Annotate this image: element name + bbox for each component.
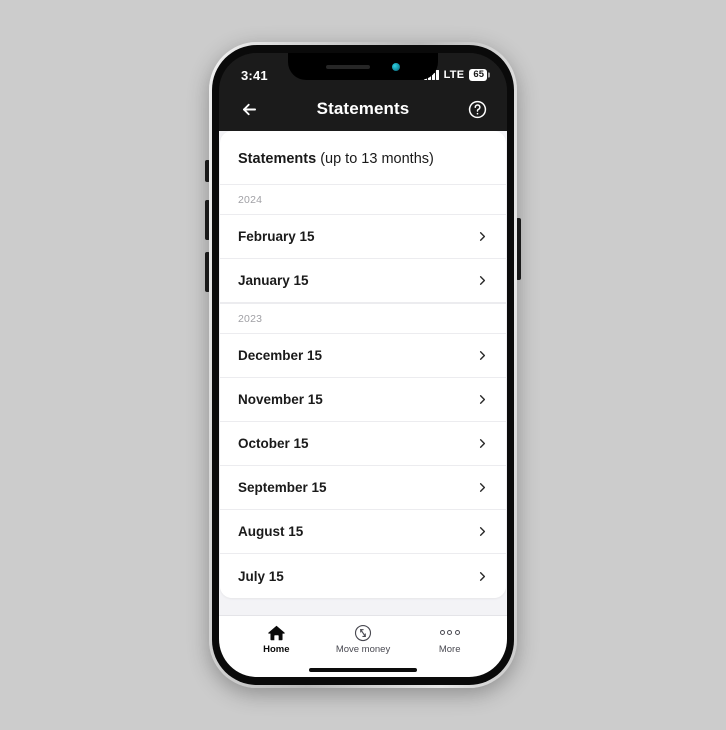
app-body: Statements (up to 13 months) 2024 Februa… bbox=[219, 131, 507, 677]
chevron-right-icon bbox=[475, 524, 490, 539]
year-header-2023: 2023 bbox=[220, 303, 506, 335]
tab-label: Move money bbox=[335, 644, 391, 655]
year-header-2024: 2024 bbox=[220, 184, 506, 216]
earpiece-speaker-icon bbox=[326, 64, 370, 69]
status-time: 3:41 bbox=[241, 67, 268, 83]
chevron-right-icon bbox=[475, 392, 490, 407]
more-dots-icon bbox=[439, 624, 460, 641]
statement-date-label: September 15 bbox=[238, 480, 327, 496]
home-icon bbox=[267, 624, 286, 641]
bottom-tab-bar: Home Move money More bbox=[219, 615, 507, 663]
home-indicator-area bbox=[219, 663, 507, 677]
statement-row-january[interactable]: January 15 bbox=[220, 259, 506, 304]
tab-label: More bbox=[438, 644, 461, 655]
battery-indicator: 65 bbox=[469, 69, 487, 81]
statement-date-label: February 15 bbox=[238, 229, 315, 245]
device-notch bbox=[288, 53, 438, 80]
statement-date-label: August 15 bbox=[238, 524, 304, 540]
phone-bezel: 3:41 LTE 65 Statements Statements (up to… bbox=[212, 45, 514, 685]
chevron-right-icon bbox=[475, 480, 490, 495]
chevron-right-icon bbox=[475, 273, 490, 288]
chevron-right-icon bbox=[475, 229, 490, 244]
statement-date-label: December 15 bbox=[238, 348, 323, 364]
phone-screen: 3:41 LTE 65 Statements Statements (up to… bbox=[219, 53, 507, 677]
transfer-circle-icon bbox=[354, 624, 372, 641]
phone-frame: 3:41 LTE 65 Statements Statements (up to… bbox=[209, 42, 517, 688]
chevron-right-icon bbox=[475, 569, 490, 584]
statement-row-october[interactable]: October 15 bbox=[220, 422, 506, 467]
tab-label: Home bbox=[263, 644, 290, 655]
card-title-bold: Statements bbox=[238, 151, 317, 167]
tab-home[interactable]: Home bbox=[233, 624, 320, 655]
tab-more[interactable]: More bbox=[406, 624, 493, 655]
statement-date-label: October 15 bbox=[238, 436, 309, 452]
statements-scroll-area[interactable]: Statements (up to 13 months) 2024 Februa… bbox=[219, 131, 507, 615]
front-camera-icon bbox=[392, 62, 400, 71]
back-arrow-icon[interactable] bbox=[235, 95, 263, 123]
statement-row-july[interactable]: July 15 bbox=[220, 554, 506, 599]
statement-row-december[interactable]: December 15 bbox=[220, 334, 506, 379]
statement-row-november[interactable]: November 15 bbox=[220, 378, 506, 423]
tab-move-money[interactable]: Move money bbox=[320, 624, 407, 655]
statement-date-label: January 15 bbox=[238, 273, 309, 289]
statements-card: Statements (up to 13 months) 2024 Februa… bbox=[220, 131, 506, 599]
card-title: Statements (up to 13 months) bbox=[220, 131, 506, 184]
screenshot-stage: 3:41 LTE 65 Statements Statements (up to… bbox=[0, 0, 726, 730]
chevron-right-icon bbox=[475, 348, 490, 363]
help-circle-icon[interactable] bbox=[463, 95, 491, 123]
app-header: Statements bbox=[219, 91, 507, 131]
statement-date-label: July 15 bbox=[238, 568, 284, 584]
chevron-right-icon bbox=[475, 436, 490, 451]
statement-row-august[interactable]: August 15 bbox=[220, 510, 506, 555]
statement-row-september[interactable]: September 15 bbox=[220, 466, 506, 511]
card-title-subtext: (up to 13 months) bbox=[316, 151, 434, 167]
home-indicator[interactable] bbox=[309, 668, 417, 672]
network-type-label: LTE bbox=[443, 69, 465, 81]
statement-date-label: November 15 bbox=[238, 392, 323, 408]
statement-row-february[interactable]: February 15 bbox=[220, 215, 506, 260]
